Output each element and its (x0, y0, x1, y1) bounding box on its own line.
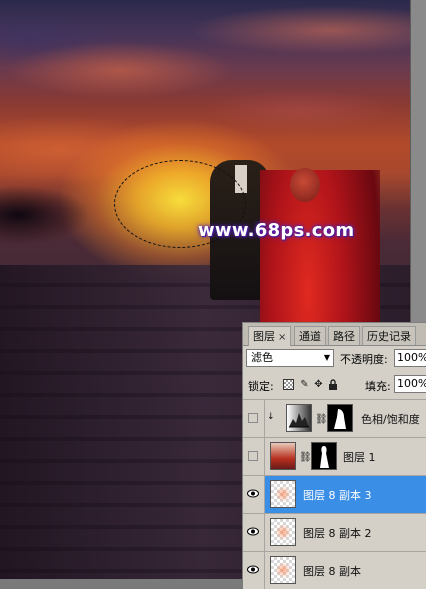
layer-row-hue-saturation[interactable]: ↓ ⛓ 色相/饱和度 (243, 399, 426, 437)
lock-all-icon[interactable] (327, 379, 338, 390)
tab-history-label: 历史记录 (367, 330, 411, 343)
opacity-label: 不透明度: (340, 353, 388, 366)
layers-panel: 图层 × 通道 路径 历史记录 滤色 ▼ 不透明度: 100% 锁定: ✎ ✥ 填… (242, 322, 426, 589)
layer-row-layer-1[interactable]: ⛓ 图层 1 (243, 437, 426, 475)
layer-thumbnail (270, 480, 296, 508)
layer-name: 色相/饱和度 (361, 413, 420, 426)
visibility-toggle[interactable] (243, 438, 265, 475)
lock-label: 锁定: (248, 380, 274, 393)
tab-layers-label: 图层 (253, 330, 275, 343)
eye-icon[interactable] (247, 527, 259, 536)
visibility-toggle[interactable] (243, 400, 265, 437)
layer-name: 图层 8 副本 (303, 565, 361, 578)
bride-head (290, 168, 320, 202)
hidden-visibility-box[interactable] (248, 451, 258, 461)
tab-channels[interactable]: 通道 (294, 326, 326, 345)
layer-thumbnail (270, 442, 296, 470)
layer-row-layer-8-copy[interactable]: 图层 8 副本 (243, 551, 426, 589)
tab-paths[interactable]: 路径 (328, 326, 360, 345)
opacity-input[interactable]: 100% (394, 349, 426, 367)
eye-icon[interactable] (247, 565, 259, 574)
dropdown-arrow-icon: ▼ (323, 353, 330, 362)
blend-mode-value: 滤色 (251, 351, 273, 364)
adjustment-thumbnail (286, 404, 312, 432)
fill-input[interactable]: 100% (394, 375, 426, 393)
visibility-toggle[interactable] (243, 552, 265, 589)
blend-mode-select[interactable]: 滤色 ▼ (246, 349, 334, 367)
eye-icon[interactable] (247, 489, 259, 498)
layer-thumbnail (270, 556, 296, 584)
visibility-toggle[interactable] (243, 476, 265, 513)
watermark-text: www.68ps.com (198, 220, 355, 241)
layer-row-layer-8-copy-2[interactable]: 图层 8 副本 2 (243, 513, 426, 551)
panel-tab-bar: 图层 × 通道 路径 历史记录 (243, 323, 426, 346)
lock-image-pixels-icon[interactable]: ✎ (299, 379, 310, 390)
layer-mask-thumbnail[interactable] (311, 442, 337, 470)
tab-channels-label: 通道 (299, 330, 321, 343)
tab-paths-label: 路径 (333, 330, 355, 343)
clip-arrow-icon: ↓ (267, 412, 275, 422)
visibility-toggle[interactable] (243, 514, 265, 551)
fill-label: 填充: (365, 380, 391, 393)
hidden-visibility-box[interactable] (248, 413, 258, 423)
chain-link-icon[interactable]: ⛓ (315, 414, 328, 425)
layer-mask-thumbnail[interactable] (327, 404, 353, 432)
layer-thumbnail (270, 518, 296, 546)
layer-name: 图层 8 副本 2 (303, 527, 372, 540)
blend-row: 滤色 ▼ 不透明度: 100% (243, 349, 426, 369)
tab-layers[interactable]: 图层 × (248, 326, 292, 346)
tab-history[interactable]: 历史记录 (362, 326, 416, 345)
layer-name: 图层 8 副本 3 (303, 489, 372, 502)
layer-row-layer-8-copy-3[interactable]: 图层 8 副本 3 (243, 475, 426, 513)
chain-link-icon[interactable]: ⛓ (299, 452, 312, 463)
lock-transparent-pixels-icon[interactable] (283, 379, 294, 390)
dark-vignette (0, 185, 90, 245)
layer-name: 图层 1 (343, 451, 376, 464)
lock-row: 锁定: ✎ ✥ 填充: 100% (243, 375, 426, 395)
close-icon[interactable]: × (278, 332, 286, 343)
lock-position-icon[interactable]: ✥ (313, 379, 324, 390)
